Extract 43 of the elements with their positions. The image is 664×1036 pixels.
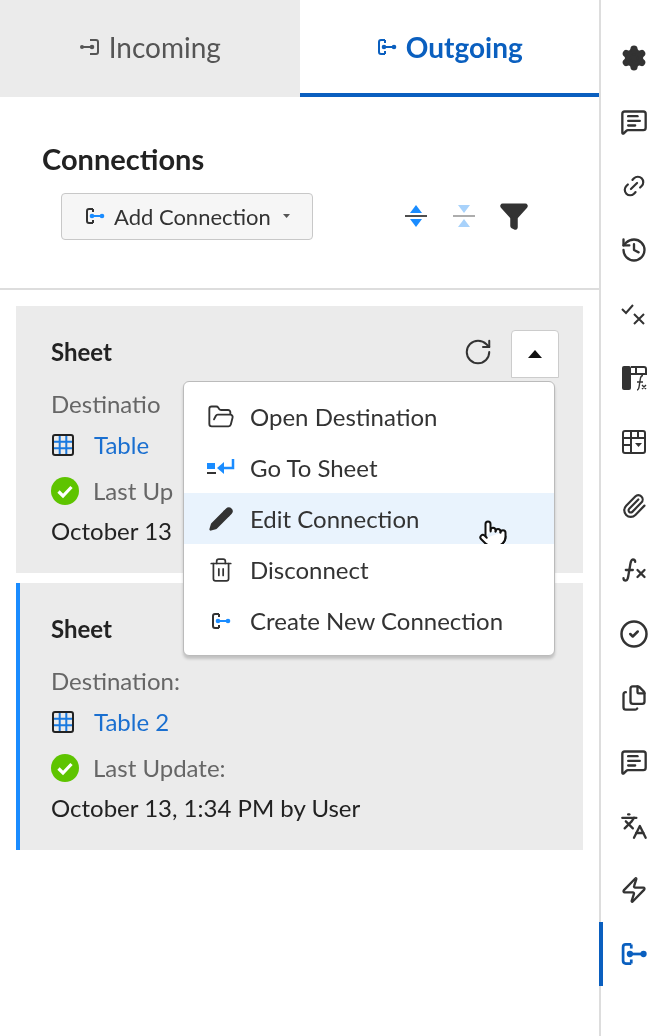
destination-label: Destinatio [51,388,161,420]
function-icon [619,556,648,584]
menu-item[interactable]: Go To Sheet [184,442,554,493]
destination-link[interactable]: Table [94,427,150,463]
collapse-toggle[interactable] [511,330,559,378]
collapse-all-icon [451,203,477,229]
paperclip-icon [620,493,647,519]
success-icon [51,754,79,782]
menu-item[interactable]: Create New Connection [184,595,554,646]
destination-link[interactable]: Table 2 [94,704,170,740]
connection-icon [84,205,106,227]
last-update-time: October 13 [51,515,172,547]
table-icon [51,433,75,457]
table-icon [51,710,75,734]
stacked-pages-icon [619,684,648,712]
history-icon [619,236,648,264]
menu-item[interactable]: Open Destination [184,391,554,442]
success-icon [51,477,79,505]
tab[interactable]: Incoming [0,0,300,97]
status-label: Last Up [93,475,174,507]
card-title: Sheet [51,613,112,645]
last-update-time: October 13, 1:34 PM by User [51,792,361,824]
card-title: Sheet [51,336,112,368]
section-heading: Connections [42,140,205,178]
add-connection-button[interactable]: Add Connection [61,192,313,240]
translate-icon [619,812,648,840]
trash-icon [208,556,234,583]
status-label: Last Update: [93,752,226,784]
lightning-icon [619,876,648,904]
expand-all-icon [403,203,429,229]
menu-item[interactable]: Edit Connection [184,493,554,544]
refresh-icon[interactable] [463,337,493,367]
check-circle-icon [618,619,649,649]
caret-down-icon [282,212,290,220]
destination-label: Destination: [51,665,180,697]
caret-up-icon [528,350,542,358]
pencil-icon [208,505,234,532]
comment-icon [619,108,648,136]
filter-icon[interactable] [499,201,529,231]
note-icon [619,748,648,776]
menu-item[interactable]: Disconnect [184,544,554,595]
table-dropdown-icon [619,428,648,456]
sheet-formula-icon [619,364,648,392]
